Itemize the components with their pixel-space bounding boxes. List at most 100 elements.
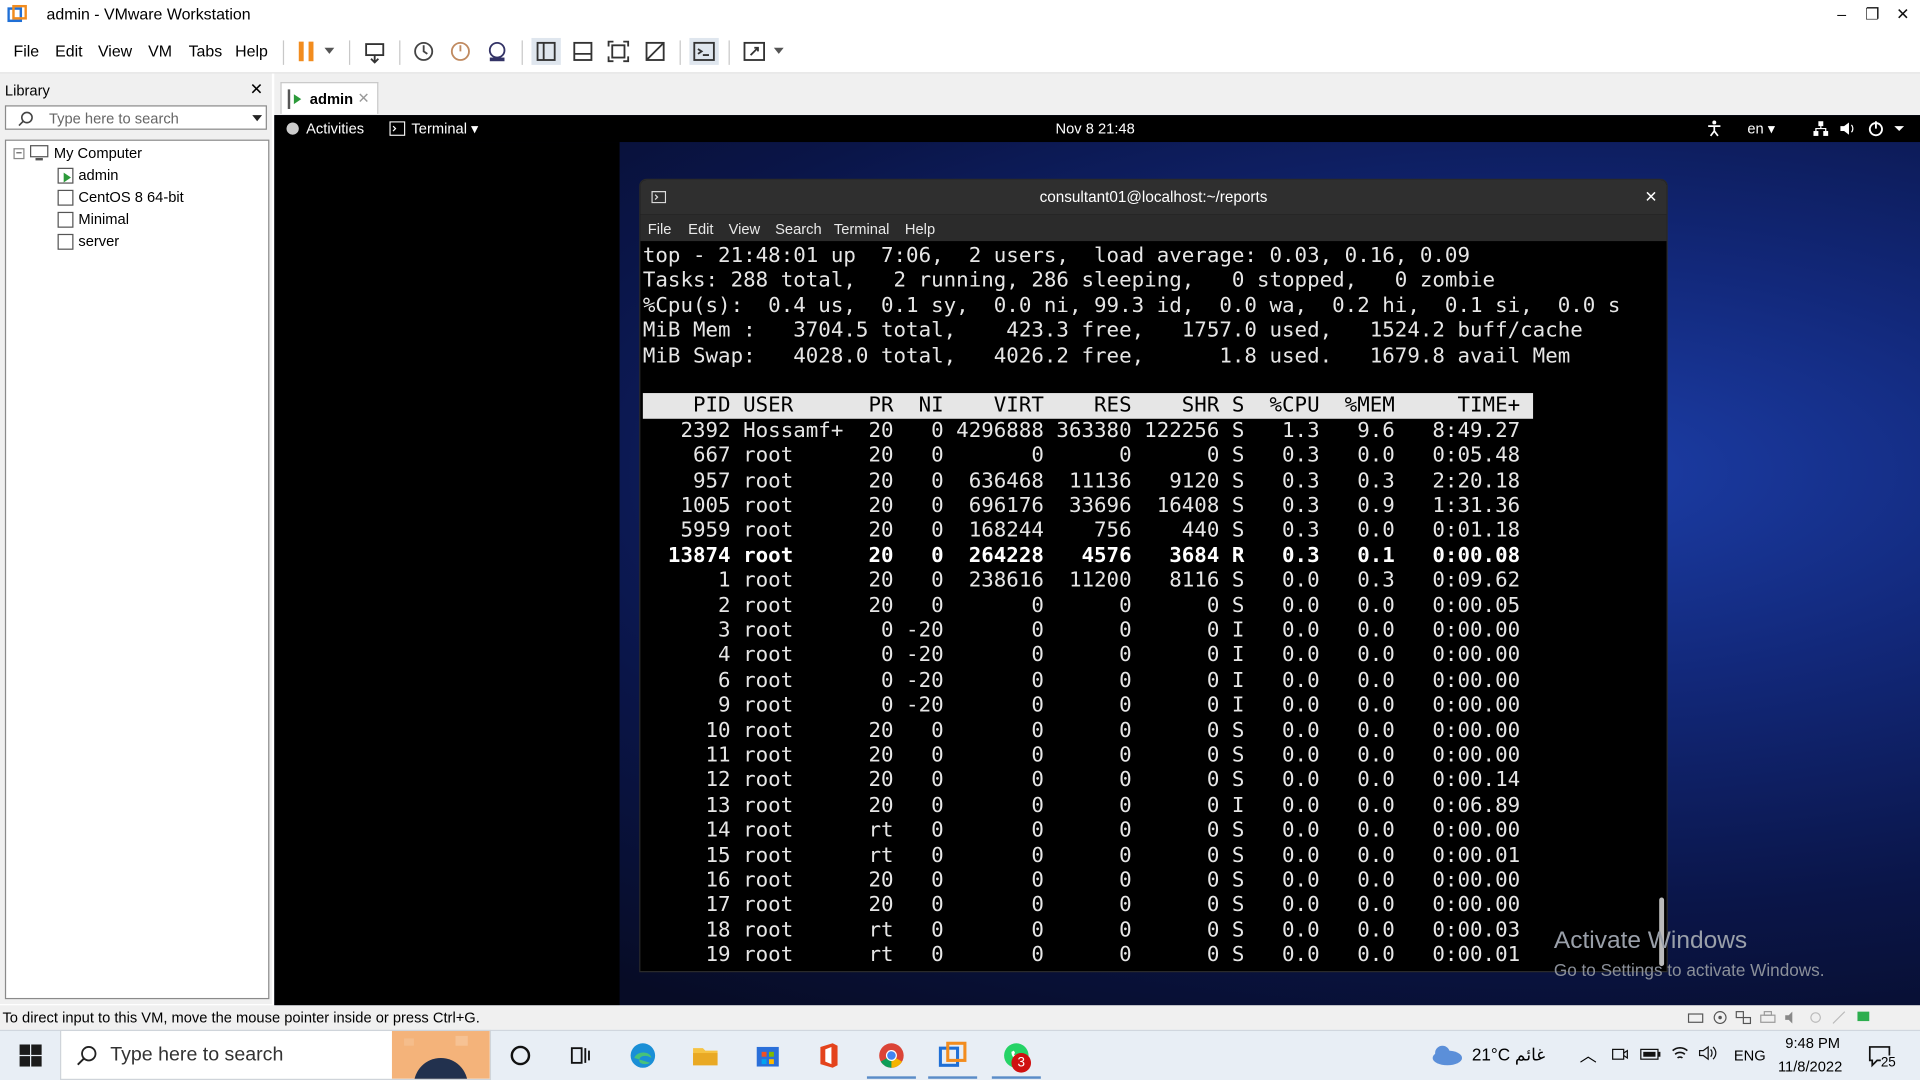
tree-my-computer[interactable]: − My Computer: [13, 144, 143, 162]
terminal-app-menu[interactable]: Terminal ▾: [411, 120, 478, 137]
tree-item-centos[interactable]: CentOS 8 64-bit: [57, 189, 184, 206]
terminal-window[interactable]: consultant01@localhost:~/reports ✕ File …: [639, 178, 1668, 973]
message-icon[interactable]: [1854, 1009, 1871, 1026]
terminal-menu-view[interactable]: View: [729, 220, 761, 237]
microsoft-store-icon[interactable]: [753, 1041, 782, 1070]
battery-icon[interactable]: [1640, 1047, 1662, 1062]
menu-tabs[interactable]: Tabs: [189, 42, 223, 60]
tree-item-admin[interactable]: admin: [57, 167, 118, 184]
tab-close-button[interactable]: ✕: [358, 89, 370, 106]
process-row: 5959 root 20 0 168244 756 440 S 0.3 0.0 …: [642, 518, 1521, 543]
process-row: 1005 root 20 0 696176 33696 16408 S 0.3 …: [642, 493, 1521, 518]
weather-text[interactable]: 21°C غائم: [1472, 1044, 1545, 1065]
keyboard-icon: [365, 43, 385, 64]
menu-edit[interactable]: Edit: [55, 42, 82, 60]
vm-console[interactable]: Activities Terminal ▾ Nov 8 21:48 en ▾ c…: [274, 115, 1920, 1006]
process-row: 15 root rt 0 0 0 0 S 0.0 0.0 0:00.01: [642, 843, 1521, 868]
activate-windows-subtitle: Go to Settings to activate Windows.: [1553, 960, 1825, 980]
tree-item-minimal[interactable]: Minimal: [57, 211, 129, 228]
system-menu-chevron-icon[interactable]: [1894, 126, 1905, 132]
wifi-icon[interactable]: [1670, 1044, 1690, 1061]
accessibility-icon[interactable]: [1707, 120, 1722, 137]
minimize-button[interactable]: –: [1824, 4, 1858, 26]
weather-cloud-icon[interactable]: [1428, 1043, 1465, 1067]
send-ctrl-alt-del-button[interactable]: [360, 38, 389, 65]
terminal-menu-terminal[interactable]: Terminal: [834, 220, 890, 237]
unity-icon: [645, 41, 665, 61]
terminal-menu-help[interactable]: Help: [905, 220, 935, 237]
library-close-button[interactable]: ✕: [250, 80, 263, 100]
terminal-menu-search[interactable]: Search: [775, 220, 822, 237]
unity-button[interactable]: [640, 38, 669, 65]
taskbar-date[interactable]: 11/8/2022: [1778, 1058, 1842, 1075]
power-icon[interactable]: [1867, 120, 1884, 137]
thumbnail-bar-button[interactable]: [568, 38, 597, 65]
process-row: 14 root rt 0 0 0 0 S 0.0 0.0 0:00.00: [642, 818, 1521, 843]
edge-browser-icon[interactable]: [628, 1041, 657, 1070]
network-adapter-icon[interactable]: [1735, 1009, 1752, 1026]
printer-icon[interactable]: [1759, 1009, 1776, 1026]
vm-icon: [57, 233, 74, 250]
chevron-down-icon[interactable]: [252, 115, 263, 122]
menu-vm[interactable]: VM: [148, 42, 172, 60]
top-uptime-line: top - 21:48:01 up 7:06, 2 users, load av…: [642, 243, 1471, 269]
hard-disk-icon[interactable]: [1687, 1009, 1704, 1026]
cd-icon[interactable]: [1711, 1009, 1728, 1026]
tree-item-server[interactable]: server: [57, 232, 120, 250]
volume-icon[interactable]: [1839, 120, 1856, 137]
cortana-icon[interactable]: [506, 1041, 535, 1070]
library-search-input[interactable]: Type here to search: [4, 105, 267, 130]
close-window-button[interactable]: ✕: [1886, 4, 1920, 26]
process-row: 17 root 20 0 0 0 0 S 0.0 0.0 0:00.00: [642, 893, 1521, 918]
menu-view[interactable]: View: [98, 42, 132, 60]
device-status-icons: [1687, 1009, 1871, 1026]
file-explorer-icon[interactable]: [691, 1041, 720, 1070]
show-hidden-icons-chevron-icon[interactable]: ︿: [1580, 1043, 1597, 1067]
pause-vm-button[interactable]: [291, 38, 320, 65]
sound-icon[interactable]: [1783, 1009, 1800, 1026]
snapshot-manager-button[interactable]: [482, 38, 511, 65]
show-library-button[interactable]: [531, 37, 561, 65]
process-row: 13 root 20 0 0 0 0 I 0.0 0.0 0:06.89: [642, 793, 1521, 818]
language-menu[interactable]: en ▾: [1747, 120, 1775, 137]
usb-icon[interactable]: [1807, 1009, 1824, 1026]
menu-file[interactable]: File: [13, 42, 39, 60]
taskbar-search-box[interactable]: Type here to search: [60, 1029, 492, 1080]
terminal-menu-edit[interactable]: Edit: [688, 220, 713, 237]
maximize-button[interactable]: ❐: [1855, 4, 1889, 26]
power-dropdown-icon[interactable]: [324, 47, 335, 54]
console-view-button[interactable]: [689, 37, 719, 65]
task-view-icon[interactable]: [566, 1041, 595, 1070]
display-icon[interactable]: [1831, 1009, 1848, 1026]
network-wired-icon[interactable]: [1812, 120, 1829, 137]
tree-item-label: server: [78, 232, 120, 250]
terminal-menu-file[interactable]: File: [648, 220, 672, 237]
stretch-dropdown-icon[interactable]: [773, 47, 784, 54]
activities-icon: [286, 122, 299, 135]
input-language[interactable]: ENG: [1734, 1047, 1766, 1064]
speaker-icon[interactable]: [1698, 1044, 1718, 1061]
vmware-taskbar-icon[interactable]: [938, 1041, 967, 1070]
stretch-guest-button[interactable]: [740, 38, 769, 65]
meet-now-icon[interactable]: [1611, 1046, 1628, 1063]
menu-help[interactable]: Help: [235, 42, 268, 60]
process-row: 9 root 0 -20 0 0 0 I 0.0 0.0 0:00.00: [642, 693, 1521, 718]
menu-toolbar: File Edit View VM Tabs Help: [0, 29, 1920, 74]
collapse-icon[interactable]: −: [13, 147, 25, 159]
office-icon[interactable]: [814, 1041, 843, 1070]
process-row: 3 root 0 -20 0 0 0 I 0.0 0.0 0:00.00: [642, 618, 1521, 643]
snapshot-button[interactable]: [409, 38, 438, 65]
activities-button[interactable]: Activities: [306, 120, 364, 137]
chrome-icon[interactable]: [877, 1041, 906, 1070]
tab-admin[interactable]: admin ✕: [280, 82, 379, 114]
windows-start-icon[interactable]: [18, 1043, 42, 1067]
tree-root-label: My Computer: [53, 144, 143, 162]
taskbar-time[interactable]: 9:48 PM: [1785, 1035, 1840, 1052]
full-screen-button[interactable]: [604, 38, 633, 65]
gnome-clock[interactable]: Nov 8 21:48: [1056, 120, 1135, 137]
process-row: 19 root rt 0 0 0 0 S 0.0 0.0 0:00.01: [642, 943, 1521, 968]
terminal-close-button[interactable]: ✕: [1644, 187, 1657, 206]
taskbar-search-placeholder: Type here to search: [110, 1044, 284, 1066]
revert-snapshot-button[interactable]: [446, 38, 475, 65]
terminal-output[interactable]: top - 21:48:01 up 7:06, 2 users, load av…: [640, 241, 1667, 972]
